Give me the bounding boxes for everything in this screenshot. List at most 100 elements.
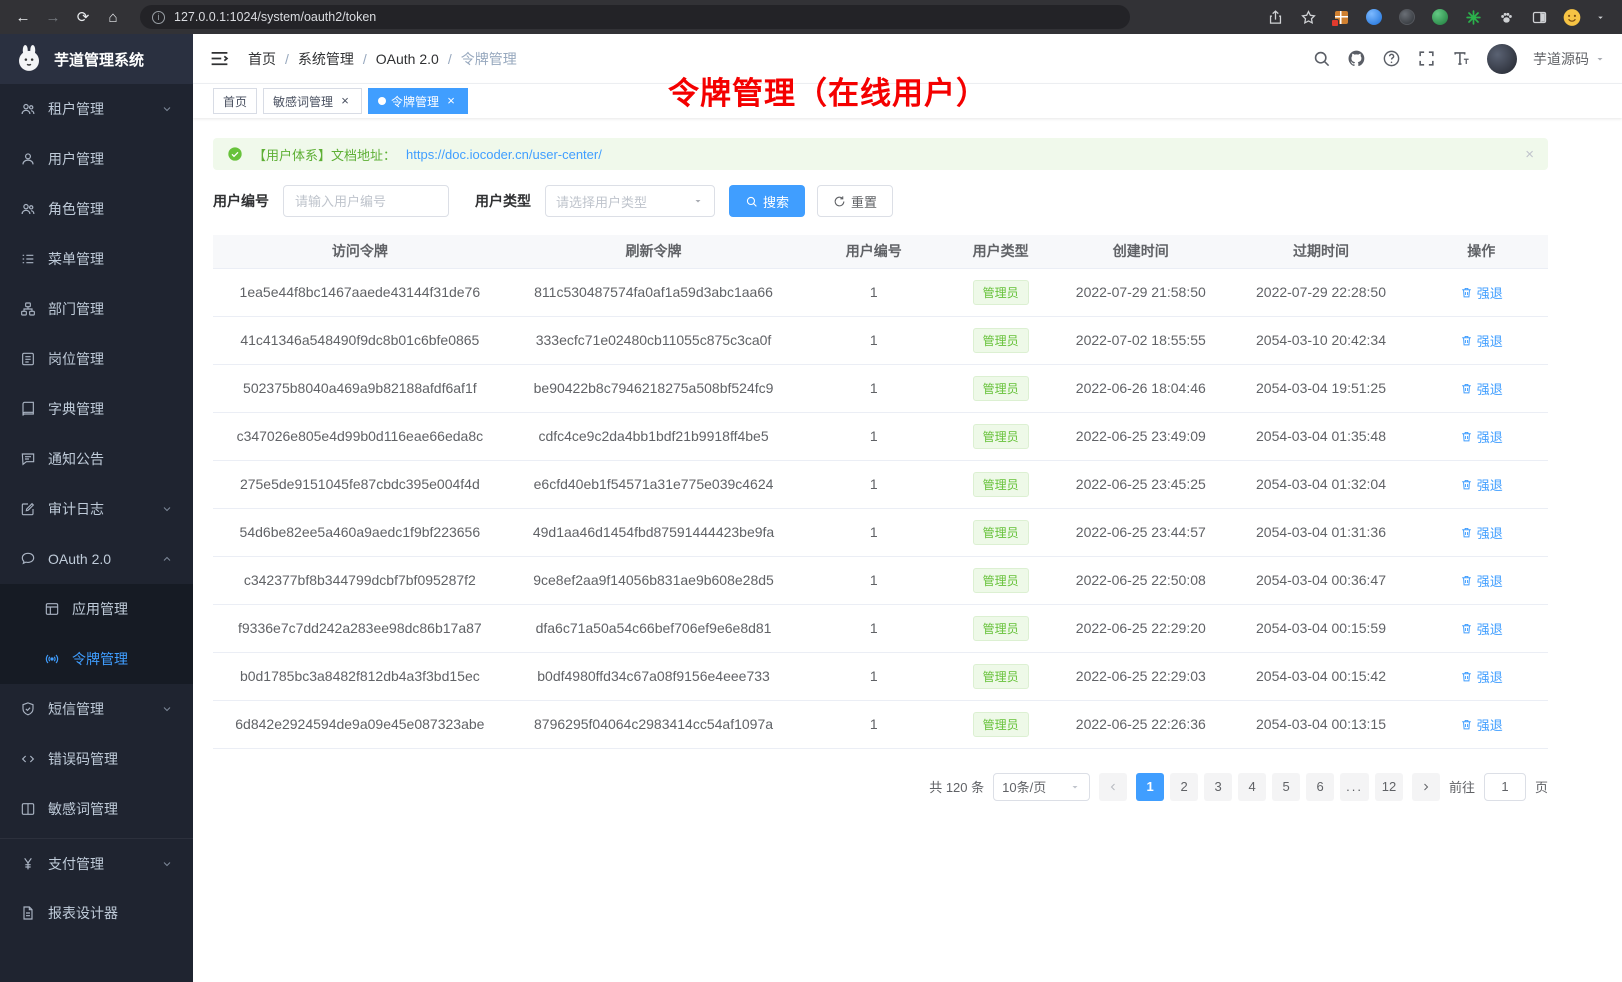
pinwheel-extension-icon[interactable]: [1463, 7, 1483, 27]
close-icon[interactable]: ×: [338, 94, 352, 108]
prev-page-button[interactable]: [1099, 773, 1127, 801]
search-button[interactable]: 搜索: [729, 185, 805, 217]
user-type-tag: 管理员: [973, 664, 1029, 689]
table-row: 6d842e2924594de9a09e45e087323abe8796295f…: [213, 700, 1548, 748]
font-size-icon[interactable]: [1452, 49, 1471, 68]
extensions-icon[interactable]: [1331, 7, 1351, 27]
user-type-select[interactable]: 请选择用户类型: [545, 185, 715, 217]
user-type-tag: 管理员: [973, 328, 1029, 353]
created-time-cell: 2022-06-25 22:50:08: [1054, 556, 1228, 604]
user-type-tag: 管理员: [973, 424, 1029, 449]
profile-avatar-icon[interactable]: [1562, 7, 1582, 27]
sidebar-item[interactable]: 敏感词管理: [0, 784, 193, 834]
tab[interactable]: 令牌管理×: [368, 88, 468, 114]
sidebar-item[interactable]: 菜单管理: [0, 234, 193, 284]
sidebar-item[interactable]: 审计日志: [0, 484, 193, 534]
force-logout-button[interactable]: 强退: [1460, 619, 1503, 638]
share-icon[interactable]: [1265, 7, 1285, 27]
sidebar-item[interactable]: 短信管理: [0, 684, 193, 734]
breadcrumb-item[interactable]: 令牌管理: [461, 49, 517, 69]
sidebar-item[interactable]: OAuth 2.0: [0, 534, 193, 584]
sidebar-item[interactable]: 角色管理: [0, 184, 193, 234]
force-logout-button[interactable]: 强退: [1460, 283, 1503, 302]
page-button[interactable]: 5: [1272, 773, 1300, 801]
table-row: 41c41346a548490f9dc8b01c6bfe0865333ecfc7…: [213, 316, 1548, 364]
sidebar-subitem-label: 应用管理: [72, 599, 128, 619]
blue-extension-icon[interactable]: [1364, 7, 1384, 27]
sidebar-item[interactable]: 字典管理: [0, 384, 193, 434]
search-icon[interactable]: [1312, 49, 1331, 68]
sidebar-item[interactable]: 报表设计器: [0, 888, 193, 938]
page-button[interactable]: 12: [1375, 773, 1403, 801]
refresh-token-cell: be90422b8c7946218275a508bf524fc9: [507, 364, 801, 412]
page-button[interactable]: 4: [1238, 773, 1266, 801]
user-avatar[interactable]: [1487, 44, 1517, 74]
sidebar-item[interactable]: 通知公告: [0, 434, 193, 484]
help-icon[interactable]: [1382, 49, 1401, 68]
close-icon[interactable]: ×: [1525, 146, 1534, 163]
sidebar-item[interactable]: 岗位管理: [0, 334, 193, 384]
split-view-icon[interactable]: [1529, 7, 1549, 27]
page-size-select[interactable]: 10条/页: [993, 773, 1090, 801]
fullscreen-icon[interactable]: [1417, 49, 1436, 68]
breadcrumb-item[interactable]: 系统管理: [298, 49, 354, 69]
breadcrumb-separator: /: [285, 51, 289, 67]
sidebar-item[interactable]: 用户管理: [0, 134, 193, 184]
force-logout-button[interactable]: 强退: [1460, 427, 1503, 446]
force-logout-button[interactable]: 强退: [1460, 715, 1503, 734]
hamburger-icon[interactable]: [209, 48, 230, 69]
edit-icon: [20, 501, 36, 517]
sidebar-subitem[interactable]: 令牌管理: [0, 634, 193, 684]
force-logout-button[interactable]: 强退: [1460, 331, 1503, 350]
force-logout-label: 强退: [1477, 571, 1503, 590]
info-icon[interactable]: i: [152, 11, 165, 24]
goto-page-input[interactable]: [1484, 773, 1526, 801]
access-token-cell: 502375b8040a469a9b82188afdf6af1f: [213, 364, 507, 412]
profile-caret-icon[interactable]: [1595, 12, 1606, 23]
broadcast-icon: [44, 651, 60, 667]
dark-extension-icon[interactable]: [1397, 7, 1417, 27]
user-no-label: 用户编号: [213, 191, 269, 211]
user-no-input[interactable]: [283, 185, 449, 217]
reset-button[interactable]: 重置: [817, 185, 893, 217]
home-button[interactable]: ⌂: [100, 5, 126, 29]
sidebar-item[interactable]: 支付管理: [0, 838, 193, 888]
green-extension-icon[interactable]: [1430, 7, 1450, 27]
github-icon[interactable]: [1347, 49, 1366, 68]
page-button[interactable]: 2: [1170, 773, 1198, 801]
sidebar-subitem[interactable]: 应用管理: [0, 584, 193, 634]
doc-link[interactable]: https://doc.iocoder.cn/user-center/: [406, 147, 602, 162]
user-menu[interactable]: 芋道源码: [1533, 49, 1606, 69]
force-logout-button[interactable]: 强退: [1460, 523, 1503, 542]
app-logo[interactable]: 芋道管理系统: [0, 34, 193, 84]
force-logout-button[interactable]: 强退: [1460, 379, 1503, 398]
breadcrumb-item[interactable]: 首页: [248, 49, 276, 69]
sidebar-item[interactable]: 租户管理: [0, 84, 193, 134]
page-button[interactable]: 6: [1306, 773, 1334, 801]
paw-extension-icon[interactable]: [1496, 7, 1516, 27]
tab[interactable]: 首页: [213, 88, 257, 114]
reload-button[interactable]: ⟳: [70, 5, 96, 29]
sidebar-item[interactable]: 部门管理: [0, 284, 193, 334]
bookmark-star-icon[interactable]: [1298, 7, 1318, 27]
columns-icon: [20, 801, 36, 817]
page-button[interactable]: 1: [1136, 773, 1164, 801]
page-more-button[interactable]: ...: [1340, 773, 1369, 801]
force-logout-button[interactable]: 强退: [1460, 667, 1503, 686]
shield-icon: [20, 701, 36, 717]
force-logout-button[interactable]: 强退: [1460, 475, 1503, 494]
force-logout-label: 强退: [1477, 523, 1503, 542]
sidebar-item[interactable]: 错误码管理: [0, 734, 193, 784]
refresh-token-cell: 811c530487574fa0af1a59d3abc1aa66: [507, 268, 801, 316]
tab[interactable]: 敏感词管理×: [263, 88, 362, 114]
next-page-button[interactable]: [1412, 773, 1440, 801]
close-icon[interactable]: ×: [444, 94, 458, 108]
doc-alert: 【用户体系】文档地址： https://doc.iocoder.cn/user-…: [213, 138, 1548, 170]
expire-time-cell: 2054-03-04 19:51:25: [1228, 364, 1415, 412]
force-logout-button[interactable]: 强退: [1460, 571, 1503, 590]
page-button[interactable]: 3: [1204, 773, 1232, 801]
breadcrumb-item[interactable]: OAuth 2.0: [376, 51, 439, 67]
back-button[interactable]: ←: [10, 5, 36, 29]
address-bar[interactable]: i 127.0.0.1:1024/system/oauth2/token: [140, 5, 1130, 29]
forward-button[interactable]: →: [40, 5, 66, 29]
